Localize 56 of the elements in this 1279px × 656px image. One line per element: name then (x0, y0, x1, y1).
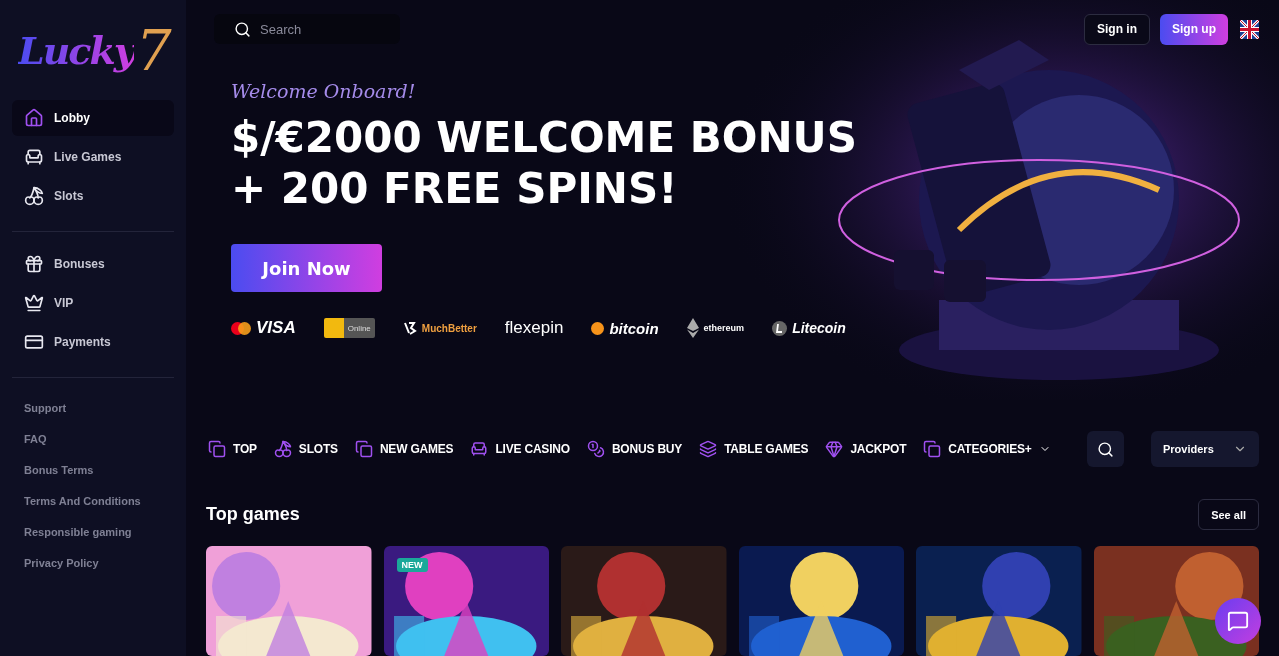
footer-link[interactable]: Privacy Policy (12, 547, 174, 578)
chat-icon (1227, 610, 1249, 632)
hero-kicker: Welcome Onboard! (231, 80, 417, 102)
visa-logo: VISA (231, 318, 296, 338)
providers-dropdown[interactable]: Providers (1151, 431, 1259, 467)
sidebar-item[interactable]: Slots (12, 178, 174, 214)
hero-headline: $/€2000 WELCOME BONUS (231, 112, 858, 163)
armchair-icon (24, 147, 44, 167)
footer-link[interactable]: FAQ (12, 423, 174, 454)
sidebar-item[interactable]: Lobby (12, 100, 174, 136)
flexepin-logo: flexepin (504, 318, 564, 338)
armchair-icon (470, 440, 489, 458)
category-tab[interactable]: TABLE GAMES (699, 440, 809, 458)
section-title: Top games (206, 504, 300, 525)
category-tab[interactable]: LIVE CASINO (470, 440, 570, 458)
interac-logo: Online (323, 318, 375, 338)
see-all-button[interactable]: See all (1198, 499, 1259, 530)
ethereum-logo: ethereum (686, 318, 745, 338)
squares-icon (208, 440, 226, 458)
category-tab[interactable]: BONUS BUY (586, 440, 683, 458)
category-tab[interactable]: SLOTS (273, 440, 338, 458)
gift-icon (24, 254, 44, 274)
category-tab[interactable]: TOP (208, 440, 257, 458)
squares-icon (354, 440, 373, 458)
sidebar-item[interactable]: Payments (12, 324, 174, 360)
sidebar-item[interactable]: Live Games (12, 139, 174, 175)
bitcoin-logo: bitcoin (591, 319, 659, 337)
card-icon (24, 332, 44, 352)
cherry-icon (273, 440, 292, 458)
category-tab[interactable]: JACKPOT (825, 440, 907, 458)
search-icon (234, 21, 251, 38)
sidebar-item[interactable]: VIP (12, 285, 174, 321)
litecoin-logo: Litecoin (772, 320, 846, 336)
gem-icon (825, 440, 844, 458)
cherry-icon (24, 186, 44, 206)
sidebar-item[interactable]: Bonuses (12, 246, 174, 282)
join-now-button[interactable]: Join Now (231, 244, 382, 292)
home-icon (24, 108, 44, 128)
hero-headline: + 200 FREE SPINS! (231, 163, 679, 214)
cards-icon (699, 440, 718, 458)
footer-link[interactable]: Support (12, 392, 174, 423)
sign-in-button[interactable]: Sign in (1084, 13, 1150, 45)
category-tab[interactable]: CATEGORIES+ (923, 440, 1051, 458)
footer-link[interactable]: Terms And Conditions (12, 485, 174, 516)
footer-link[interactable]: Bonus Terms (12, 454, 174, 485)
sign-up-button[interactable]: Sign up (1160, 13, 1228, 45)
squares-icon (923, 440, 942, 458)
search-field[interactable]: Search (214, 14, 400, 44)
search-button[interactable] (1087, 431, 1124, 467)
crown-icon (24, 293, 44, 313)
search-icon (1097, 440, 1114, 458)
coins-icon (586, 440, 605, 458)
muchbetter-logo: MuchBetter (402, 321, 477, 335)
footer-link[interactable]: Responsible gaming (12, 516, 174, 547)
new-badge: NEW (396, 558, 428, 572)
category-tab[interactable]: NEW GAMES (354, 440, 454, 458)
